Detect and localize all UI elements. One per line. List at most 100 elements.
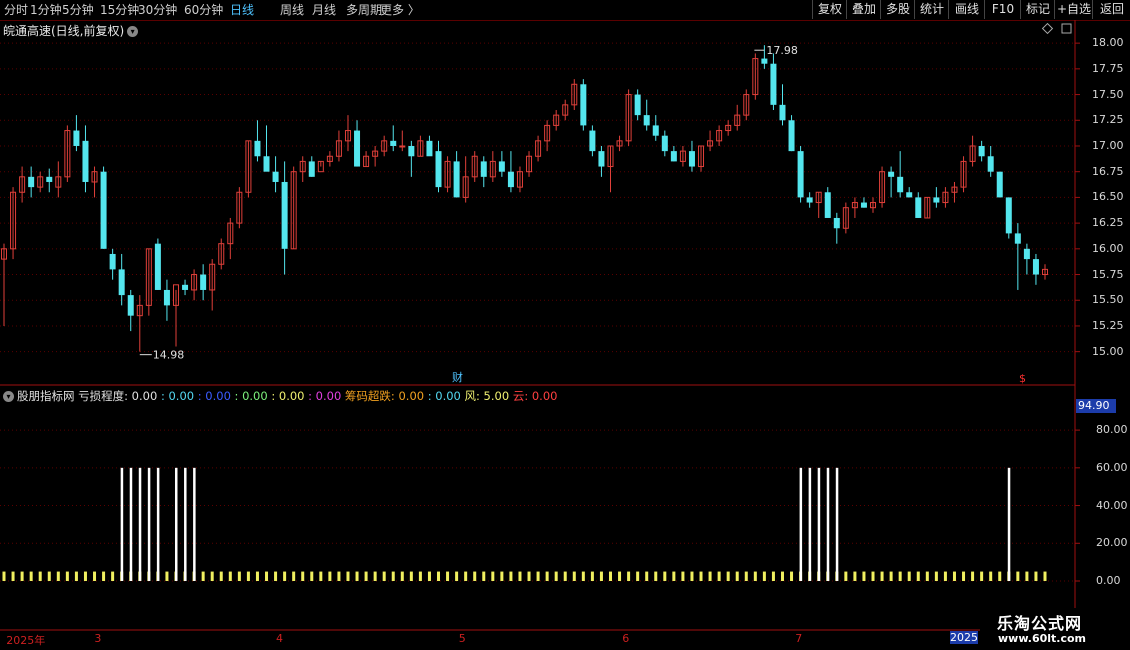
indicator-bar: [147, 467, 151, 581]
indicator-name: 股朋指标网: [17, 389, 75, 403]
indicator-bar: [138, 467, 142, 581]
wind-bar: [907, 571, 911, 581]
wind-bar: [618, 571, 622, 581]
candle-body: [779, 104, 786, 121]
wind-bar: [545, 571, 549, 581]
candle-body: [589, 130, 596, 152]
wind-bar: [645, 571, 649, 581]
wind-bar: [527, 571, 531, 581]
indicator-value-9: 云: 0.00: [509, 389, 558, 403]
candle-body: [354, 130, 361, 167]
wind-bar: [201, 571, 205, 581]
wind-bar: [1043, 571, 1047, 581]
indicator-bar: [808, 467, 812, 581]
wind-bar: [29, 571, 33, 581]
candle-body: [915, 197, 922, 218]
candle-body: [272, 171, 279, 182]
wind-bar: [681, 571, 685, 581]
wind-bar: [844, 571, 848, 581]
watermark-url: www.60lt.com: [998, 632, 1087, 645]
wind-bar: [971, 571, 975, 581]
wind-bar: [717, 571, 721, 581]
wind-bar: [74, 571, 78, 581]
candle-body: [634, 94, 641, 116]
indicator-value-7: : 0.00: [424, 389, 461, 403]
price-tick: 18.00: [1092, 36, 1124, 50]
candle-body: [906, 192, 913, 198]
wind-bar: [654, 571, 658, 581]
indicator-bar: [184, 467, 187, 581]
wind-bar: [427, 571, 431, 581]
wind-bar: [491, 571, 495, 581]
wind-bar: [663, 571, 667, 581]
indicator-value-badge: 94.90: [1076, 399, 1116, 413]
wind-bar: [228, 571, 232, 581]
indicator-header: ▾ 股朋指标网 亏损程度: 0.00 : 0.00 : 0.00 : 0.00 :…: [3, 388, 557, 404]
wind-bar: [274, 571, 278, 581]
candle-body: [833, 217, 840, 229]
wind-bar: [418, 571, 422, 581]
indicator-tick: 60.00: [1096, 460, 1128, 474]
price-tick: 15.75: [1092, 267, 1124, 281]
wind-bar: [735, 571, 739, 581]
chevron-down-icon[interactable]: ▾: [3, 391, 14, 402]
wind-bar: [210, 571, 214, 581]
indicator-bar: [193, 467, 196, 581]
wind-bar: [473, 571, 477, 581]
low-marker-label: 14.98: [153, 349, 185, 362]
candle-body: [127, 295, 134, 316]
wind-bar: [1025, 571, 1029, 581]
candle-body: [1014, 233, 1021, 244]
candle-body: [308, 161, 315, 177]
wind-bar: [898, 571, 902, 581]
wind-bar: [916, 571, 920, 581]
candle-body: [643, 115, 650, 126]
wind-bar: [726, 571, 730, 581]
wind-bar: [482, 571, 486, 581]
price-tick: 15.25: [1092, 318, 1124, 332]
wind-bar: [989, 571, 993, 581]
date-label: 7: [795, 632, 803, 645]
wind-bar: [102, 571, 106, 581]
year-badge: 2025: [950, 631, 978, 644]
indicator-tick: 40.00: [1096, 498, 1128, 512]
kline-chart[interactable]: 17.98 14.98 财 $: [0, 0, 1130, 650]
diamond-icon: [1041, 22, 1054, 35]
price-tick: 17.50: [1092, 87, 1124, 101]
indicator-tick: 0.00: [1096, 574, 1121, 587]
wind-bar: [636, 571, 640, 581]
price-tick: 15.00: [1092, 344, 1124, 358]
wind-bar: [11, 571, 15, 581]
wind-bar: [237, 571, 241, 581]
candle-body: [897, 176, 904, 193]
wind-bar: [2, 571, 6, 581]
candle-body: [996, 171, 1003, 198]
wind-bar: [871, 571, 875, 581]
wind-bar: [627, 571, 631, 581]
wind-bar: [962, 571, 966, 581]
wind-bar: [382, 571, 386, 581]
price-tick: 17.00: [1092, 138, 1124, 152]
wind-bar: [400, 571, 404, 581]
wind-bar: [265, 571, 269, 581]
candle-body: [182, 284, 189, 290]
candle-body: [888, 171, 895, 177]
wind-bar: [93, 571, 97, 581]
wind-bar: [219, 571, 223, 581]
candle-body: [73, 130, 80, 146]
wind-bar: [56, 571, 60, 581]
wind-bar: [83, 571, 87, 581]
indicator-tick: 20.00: [1096, 536, 1128, 550]
wind-bar: [319, 571, 323, 581]
wind-bar: [1034, 571, 1038, 581]
wind-bar: [292, 571, 296, 581]
candle-body: [163, 289, 170, 306]
candle-body: [426, 140, 433, 157]
candle-body: [498, 161, 505, 172]
indicator-bar: [129, 467, 133, 581]
wind-bar: [246, 571, 250, 581]
wind-bar: [47, 571, 51, 581]
candle-body: [435, 151, 442, 188]
candle-body: [761, 58, 768, 64]
candle-body: [82, 140, 89, 182]
